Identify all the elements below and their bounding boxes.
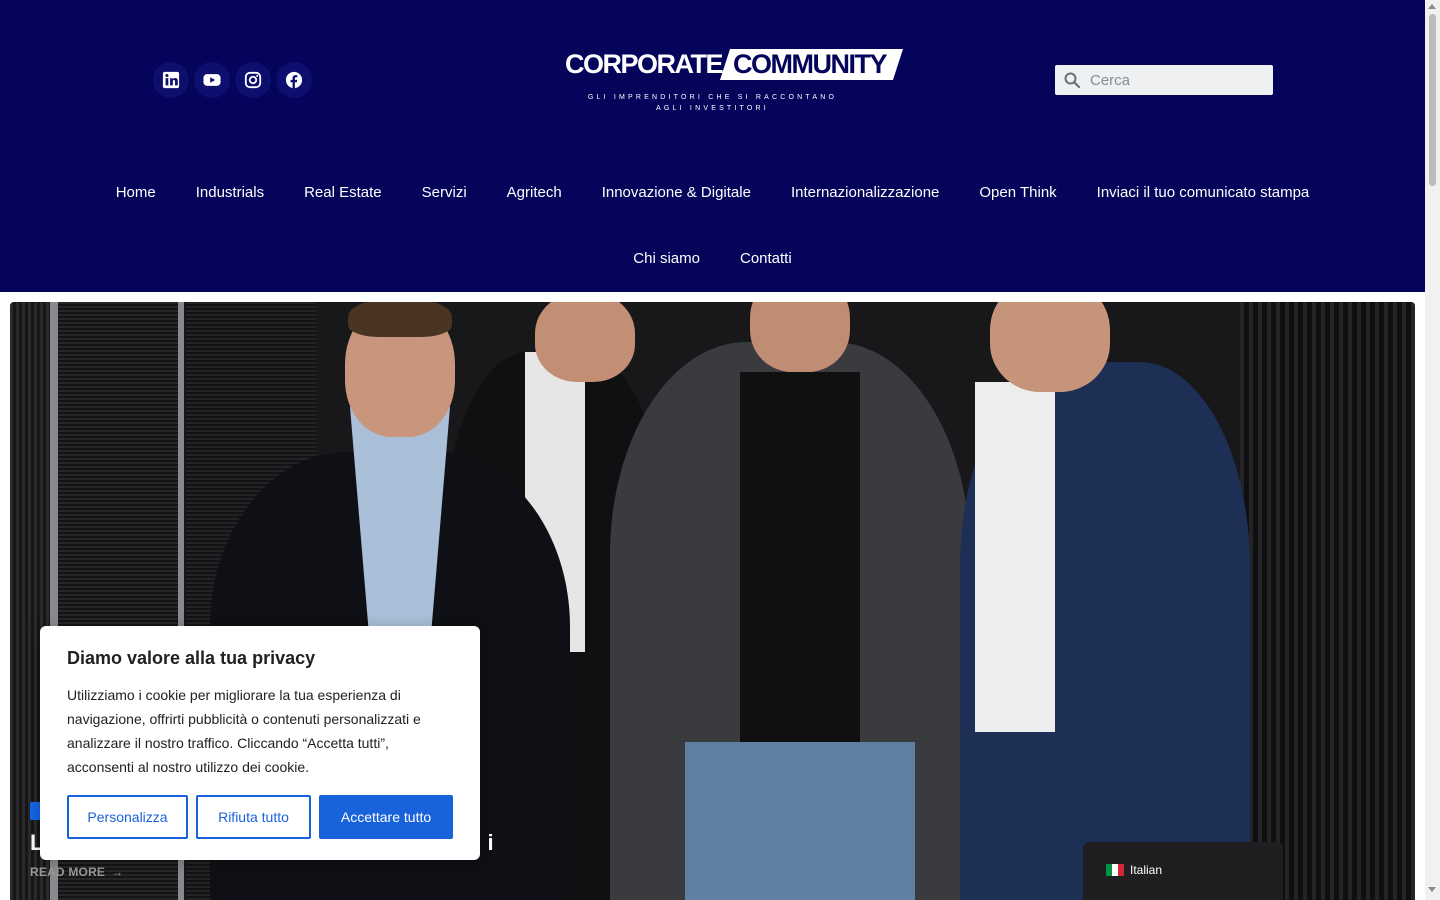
language-switcher[interactable]: Italian — [1083, 842, 1283, 900]
page-scrollbar[interactable] — [1425, 0, 1440, 900]
accept-all-button[interactable]: Accettare tutto — [319, 795, 453, 839]
article-title-fragment: i — [487, 830, 494, 855]
scroll-up-arrow-icon[interactable] — [1428, 4, 1436, 9]
read-more-label: READ MORE — [30, 865, 106, 879]
linkedin-link[interactable] — [153, 62, 189, 98]
main-nav-row-1: Home Industrials Real Estate Servizi Agr… — [0, 183, 1425, 203]
face — [990, 302, 1110, 392]
reject-all-button[interactable]: Rifiuta tutto — [196, 795, 311, 839]
linkedin-icon — [162, 71, 180, 89]
nav-real-estate[interactable]: Real Estate — [284, 183, 402, 203]
logo-word-community-box: COMMUNITY — [719, 49, 904, 80]
nav-comunicato-stampa[interactable]: Inviaci il tuo comunicato stampa — [1077, 183, 1330, 203]
logo-tagline: GLI IMPRENDITORI CHE SI RACCONTANO AGLI … — [560, 92, 865, 114]
search-input[interactable] — [1090, 71, 1260, 89]
youtube-link[interactable] — [194, 62, 230, 98]
nav-innovazione-digitale[interactable]: Innovazione & Digitale — [582, 183, 771, 203]
nav-internazionalizzazione[interactable]: Internazionalizzazione — [771, 183, 959, 203]
page: CORPORATE COMMUNITY GLI IMPRENDITORI CHE … — [0, 0, 1425, 900]
read-more-link[interactable]: READ MORE → — [30, 865, 123, 879]
hair — [348, 302, 452, 337]
scrollbar-thumb[interactable] — [1429, 14, 1436, 186]
site-header: CORPORATE COMMUNITY GLI IMPRENDITORI CHE … — [0, 0, 1425, 292]
cookie-description: Utilizziamo i cookie per migliorare la t… — [67, 687, 421, 775]
nav-industrials[interactable]: Industrials — [176, 183, 284, 203]
facebook-link[interactable] — [276, 62, 312, 98]
instagram-icon — [244, 71, 262, 89]
cookie-title: Diamo valore alla tua privacy — [67, 648, 316, 668]
shirt — [975, 382, 1055, 732]
server-rack-right — [1240, 302, 1415, 900]
nav-chi-siamo[interactable]: Chi siamo — [613, 249, 720, 269]
search-icon — [1064, 72, 1080, 88]
italy-flag-icon — [1106, 864, 1124, 876]
sweater — [740, 372, 860, 752]
cookie-consent-dialog: Diamo valore alla tua privacy Utilizziam… — [40, 626, 480, 860]
jeans — [685, 742, 915, 900]
youtube-icon — [203, 74, 221, 86]
logo-word-community: COMMUNITY — [733, 49, 886, 79]
logo-tagline-line1: GLI IMPRENDITORI CHE SI RACCONTANO — [587, 94, 838, 101]
main-nav-row-2: Chi siamo Contatti — [0, 249, 1425, 269]
instagram-link[interactable] — [235, 62, 271, 98]
nav-servizi[interactable]: Servizi — [402, 183, 487, 203]
nav-contatti[interactable]: Contatti — [720, 249, 812, 269]
face — [750, 302, 850, 372]
customize-button[interactable]: Personalizza — [67, 795, 188, 839]
nav-agritech[interactable]: Agritech — [487, 183, 582, 203]
search-box[interactable] — [1055, 65, 1273, 95]
arrow-right-icon: → — [111, 865, 124, 879]
logo-word-corporate: CORPORATE — [565, 49, 724, 79]
site-logo[interactable]: CORPORATE COMMUNITY GLI IMPRENDITORI CHE … — [560, 40, 904, 116]
face — [535, 302, 635, 382]
logo-tagline-line2: AGLI INVESTITORI — [656, 105, 769, 112]
nav-open-think[interactable]: Open Think — [959, 183, 1076, 203]
scroll-down-arrow-icon[interactable] — [1428, 887, 1436, 892]
nav-home[interactable]: Home — [96, 183, 176, 203]
language-label: Italian — [1130, 863, 1163, 877]
facebook-icon — [285, 71, 303, 89]
logo-wordmark: CORPORATE COMMUNITY — [565, 49, 904, 80]
social-links — [153, 62, 312, 98]
